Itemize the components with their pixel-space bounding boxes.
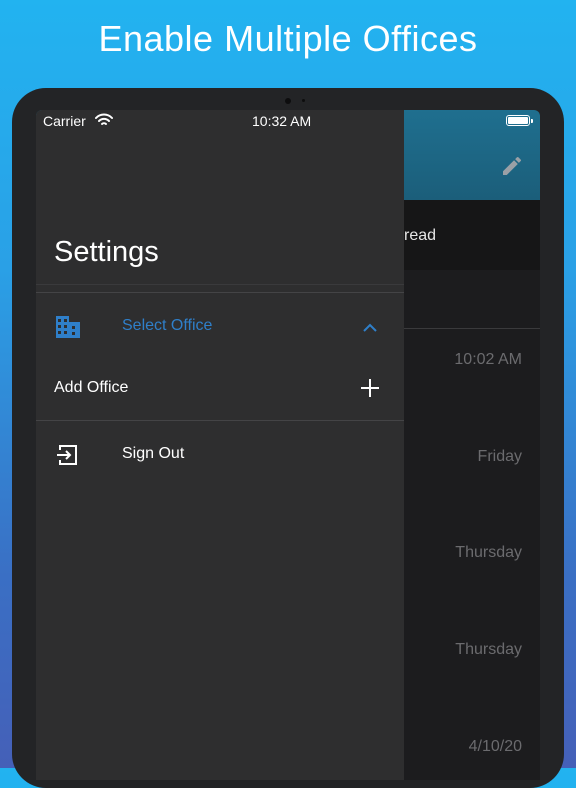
message-time: Friday — [477, 448, 522, 465]
pencil-icon[interactable] — [500, 154, 524, 183]
promo-headline: Enable Multiple Offices — [98, 18, 478, 59]
app-screen: read 10:02 AM Friday Thursday Thursday 4… — [36, 110, 540, 780]
building-icon — [56, 316, 80, 343]
carrier-label: Carrier — [43, 113, 86, 129]
chevron-up-icon[interactable] — [362, 320, 378, 338]
sensor-dot — [302, 99, 305, 102]
message-time: 4/10/20 — [468, 738, 522, 755]
sign-out-label: Sign Out — [122, 445, 185, 462]
divider — [36, 292, 404, 293]
drawer-title: Settings — [54, 236, 159, 268]
list-divider — [404, 328, 540, 329]
clock: 10:32 AM — [252, 113, 312, 129]
wifi-icon — [95, 113, 113, 132]
add-office-label: Add Office — [54, 379, 129, 396]
tablet-frame: read 10:02 AM Friday Thursday Thursday 4… — [12, 88, 564, 788]
message-time: Thursday — [455, 641, 522, 658]
add-office-row[interactable]: Add Office — [36, 362, 404, 414]
divider — [36, 284, 404, 285]
select-office-label: Select Office — [122, 317, 213, 334]
battery-icon — [506, 115, 533, 126]
message-time: Thursday — [455, 544, 522, 561]
tab-unread[interactable]: read — [404, 227, 436, 245]
message-time: 10:02 AM — [454, 351, 522, 368]
divider — [36, 420, 404, 421]
settings-drawer: Carrier 10:32 AM Settings Select Office … — [36, 110, 404, 780]
plus-icon[interactable] — [361, 379, 379, 402]
select-office-row[interactable]: Select Office — [36, 298, 404, 356]
front-camera — [285, 98, 291, 104]
sign-out-icon — [56, 443, 80, 472]
sign-out-row[interactable]: Sign Out — [36, 426, 404, 482]
